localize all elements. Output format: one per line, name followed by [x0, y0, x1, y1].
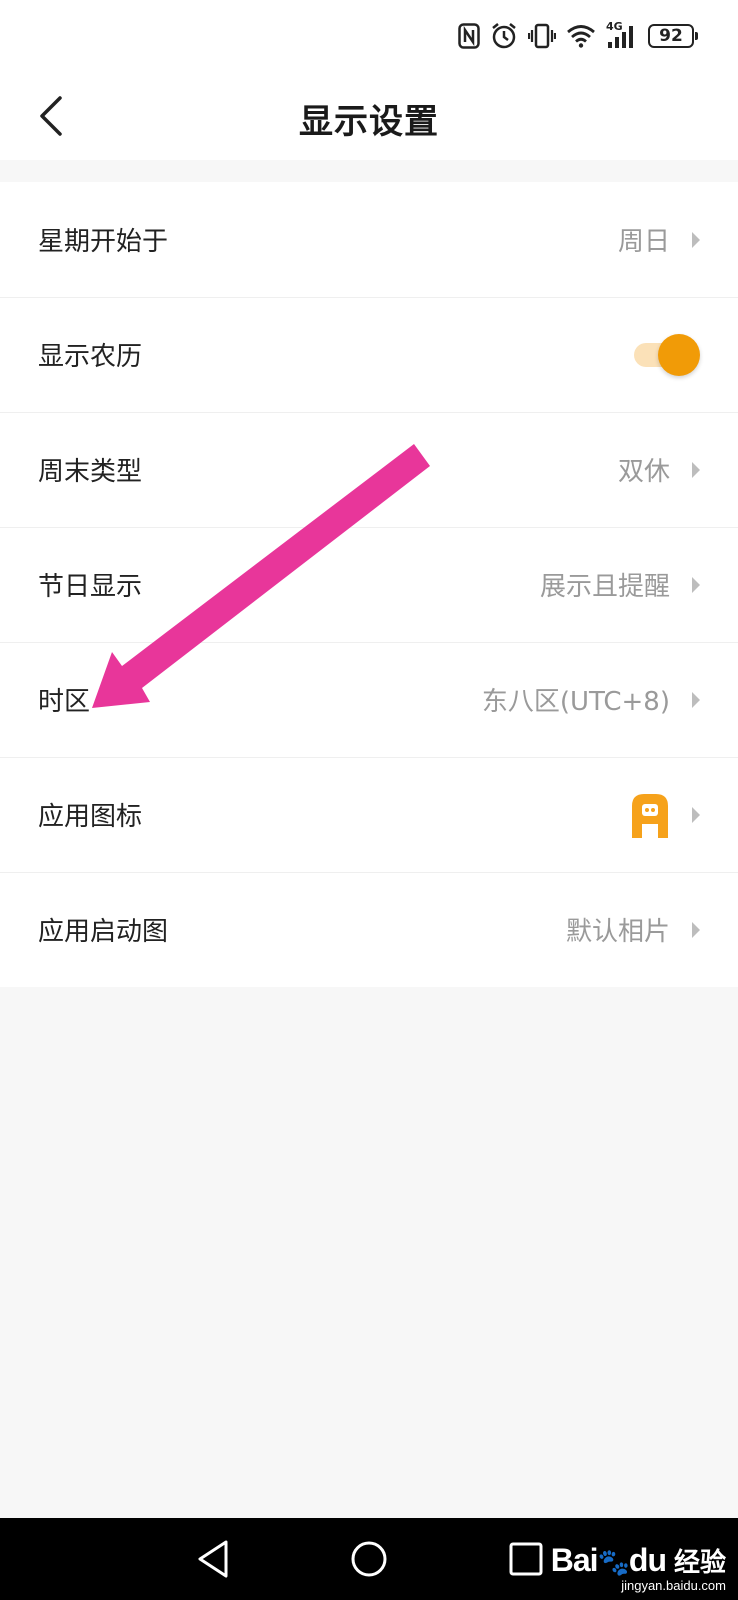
- week-start-value: 周日: [617, 227, 670, 257]
- setting-week-start[interactable]: 星期开始于 周日: [0, 182, 738, 297]
- signal-icon: 4G: [606, 20, 638, 50]
- watermark-text: 经验: [673, 1547, 726, 1578]
- status-bar: 4G 92: [0, 0, 738, 70]
- lunar-toggle[interactable]: [634, 333, 700, 376]
- chevron-right-icon: [692, 231, 700, 248]
- vibrate-icon: [528, 23, 556, 49]
- status-icons: 4G 92: [458, 18, 698, 54]
- chevron-right-icon: [692, 806, 700, 823]
- header: 显示设置: [0, 70, 738, 160]
- nfc-icon: [458, 23, 480, 49]
- battery-icon: 92: [648, 24, 698, 48]
- nav-recents-icon[interactable]: [506, 1538, 546, 1580]
- chevron-right-icon: [692, 461, 700, 478]
- wifi-icon: [567, 25, 595, 48]
- alarm-icon: [492, 23, 516, 49]
- weekend-label: 周末类型: [38, 457, 143, 487]
- setting-weekend[interactable]: 周末类型 双休: [0, 412, 738, 527]
- setting-holiday[interactable]: 节日显示 展示且提醒: [0, 527, 738, 642]
- page-title: 显示设置: [299, 102, 439, 142]
- app-logo-icon: [632, 793, 668, 838]
- launch-image-value: 默认相片: [565, 917, 670, 947]
- toggle-knob: [658, 334, 700, 376]
- nav-home-icon[interactable]: [348, 1538, 390, 1580]
- chevron-right-icon: [692, 576, 700, 593]
- app-icon-label: 应用图标: [38, 802, 143, 832]
- weekend-value: 双休: [617, 457, 670, 487]
- launch-image-label: 应用启动图: [38, 917, 169, 947]
- chevron-right-icon: [692, 691, 700, 708]
- setting-app-icon[interactable]: 应用图标: [0, 757, 738, 872]
- watermark-url: jingyan.baidu.com: [621, 1578, 726, 1593]
- watermark-brand: Bai🐾du: [550, 1541, 667, 1578]
- chevron-right-icon: [692, 921, 700, 938]
- nav-bar: Bai🐾du 经验 jingyan.baidu.com: [0, 1518, 738, 1600]
- battery-level: 92: [659, 26, 683, 46]
- timezone-value: 东八区(UTC+8): [481, 687, 670, 717]
- setting-timezone[interactable]: 时区 东八区(UTC+8): [0, 642, 738, 757]
- week-start-label: 星期开始于: [38, 227, 169, 257]
- timezone-label: 时区: [38, 687, 91, 717]
- setting-launch-image[interactable]: 应用启动图 默认相片: [0, 872, 738, 987]
- settings-list: 星期开始于 周日 显示农历 周末类型 双休 节日显示 展示且提醒 时区 东八区(…: [0, 182, 738, 987]
- nav-back-icon[interactable]: [194, 1538, 234, 1580]
- holiday-value: 展示且提醒: [539, 572, 670, 602]
- setting-lunar: 显示农历: [0, 297, 738, 412]
- lunar-label: 显示农历: [38, 342, 143, 372]
- holiday-label: 节日显示: [38, 572, 143, 602]
